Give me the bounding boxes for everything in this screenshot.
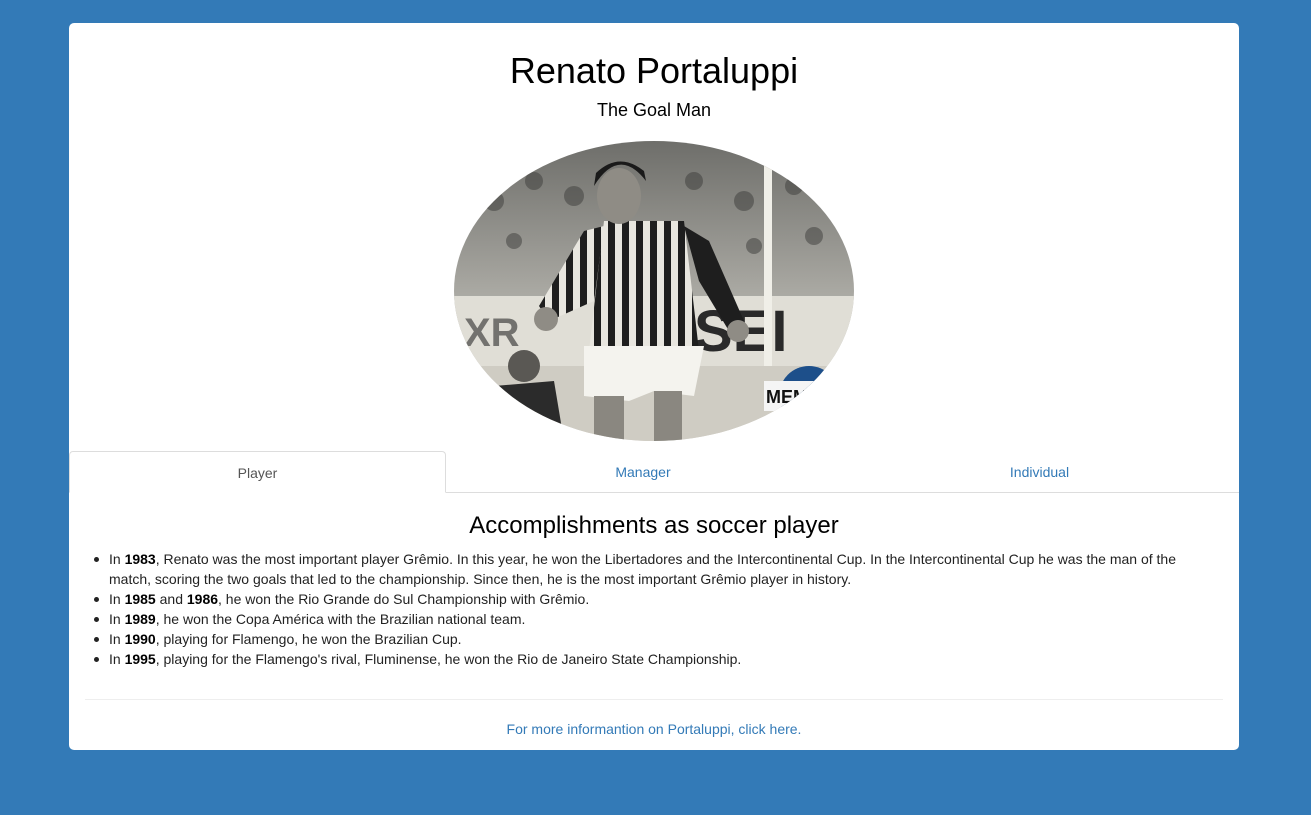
more-info-link[interactable]: For more informantion on Portaluppi, cli… (69, 721, 1239, 737)
item-text: In (109, 551, 125, 567)
item-year: 1989 (124, 611, 156, 627)
item-text: In (109, 591, 125, 607)
item-year: 1985 (124, 591, 156, 607)
player-photo: SEI XR MEM (454, 141, 854, 441)
item-year: 1995 (124, 651, 156, 667)
main-card: Renato Portaluppi The Goal Man XR MEM Pl… (69, 23, 1239, 750)
item-text: In (109, 651, 125, 667)
svg-text:XR: XR (464, 311, 520, 355)
list-item: In 1990, playing for Flamengo, he won th… (94, 629, 1209, 649)
item-text: , he won the Rio Grande do Sul Champions… (218, 591, 590, 607)
list-item: In 1989, he won the Copa América with th… (94, 609, 1209, 629)
section-title: Accomplishments as soccer player (469, 512, 839, 539)
item-text: and (155, 591, 187, 607)
page-subtitle: The Goal Man (596, 100, 712, 120)
item-year: 1986 (186, 591, 219, 607)
tab-player[interactable]: Player (69, 451, 446, 493)
list-item: In 1985 and 1986, he won the Rio Grande … (94, 589, 1209, 609)
item-year: 1990 (124, 631, 156, 647)
item-text: In (109, 611, 125, 627)
item-year: 1983 (124, 551, 156, 567)
item-text: , he won the Copa América with the Brazi… (155, 611, 526, 627)
item-text: In (109, 631, 125, 647)
item-text: , playing for the Flamengo's rival, Flum… (155, 651, 742, 667)
list-item: In 1995, playing for the Flamengo's riva… (94, 649, 1209, 669)
tab-bar: Player Manager Individual (69, 451, 1239, 493)
svg-text:MEM: MEM (766, 387, 808, 407)
item-text: , playing for Flamengo, he won the Brazi… (155, 631, 462, 647)
tab-individual[interactable]: Individual (840, 451, 1239, 493)
accomplishments-list: In 1983, Renato was the most important p… (94, 549, 1209, 669)
tab-manager[interactable]: Manager (446, 451, 840, 493)
page-title: Renato Portaluppi (509, 50, 799, 91)
divider (85, 699, 1223, 700)
item-text: , Renato was the most important player G… (109, 551, 1176, 587)
list-item: In 1983, Renato was the most important p… (94, 549, 1209, 589)
